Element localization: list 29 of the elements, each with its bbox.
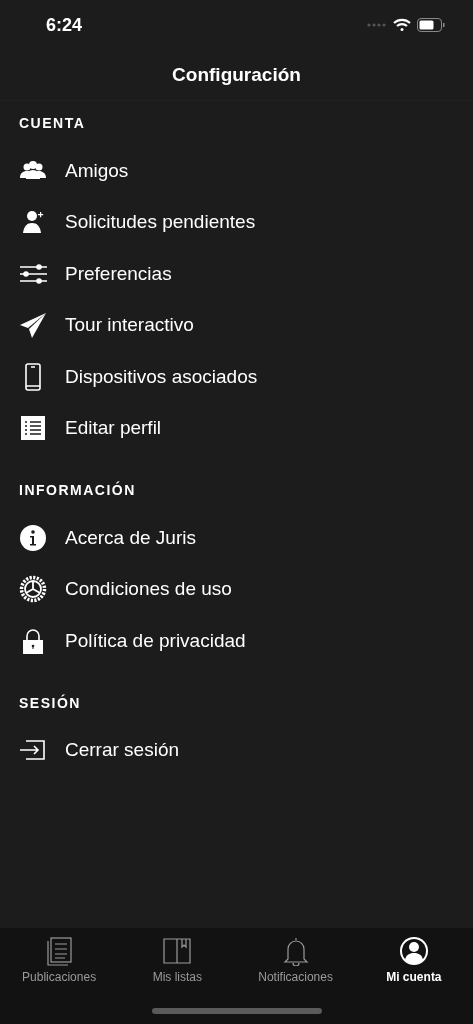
tab[interactable]: Mi cuenta: [354, 936, 473, 984]
section-header: INFORMACIÓN: [19, 482, 136, 498]
menu-item[interactable]: Editar perfil: [65, 417, 162, 440]
info-icon: [19, 523, 47, 552]
tab[interactable]: Notificaciones: [236, 936, 355, 984]
menu-item[interactable]: Dispositivos asociados: [65, 365, 258, 388]
menu-item[interactable]: Amigos: [65, 159, 129, 182]
menu-item[interactable]: Solicitudes pendientes: [65, 211, 256, 234]
menu-item[interactable]: Política de privacidad: [65, 629, 246, 652]
book-icon: [162, 936, 193, 966]
document-icon: [44, 936, 75, 966]
account-icon: [398, 936, 429, 966]
section-header: SESIÓN: [19, 694, 81, 711]
list-icon: [19, 414, 47, 443]
tab[interactable]: Publicaciones: [0, 936, 119, 984]
signal-icon: [367, 23, 387, 27]
paper-plane-icon: [19, 311, 47, 340]
menu-item[interactable]: Preferencias: [65, 262, 172, 285]
screen-title: Configuración: [172, 64, 301, 86]
battery-icon: [417, 18, 445, 32]
menu-item[interactable]: Tour interactivo: [65, 314, 194, 337]
status-time: 6:24: [46, 14, 83, 36]
section-header: CUENTA: [19, 115, 86, 131]
menu-item[interactable]: Cerrar sesión: [65, 739, 180, 762]
tab[interactable]: Mis listas: [118, 936, 237, 984]
wifi-icon: [393, 18, 411, 32]
gear-icon: [19, 575, 47, 604]
menu-item[interactable]: Condiciones de uso: [65, 578, 232, 601]
menu-item[interactable]: Acerca de Juris: [65, 526, 196, 549]
